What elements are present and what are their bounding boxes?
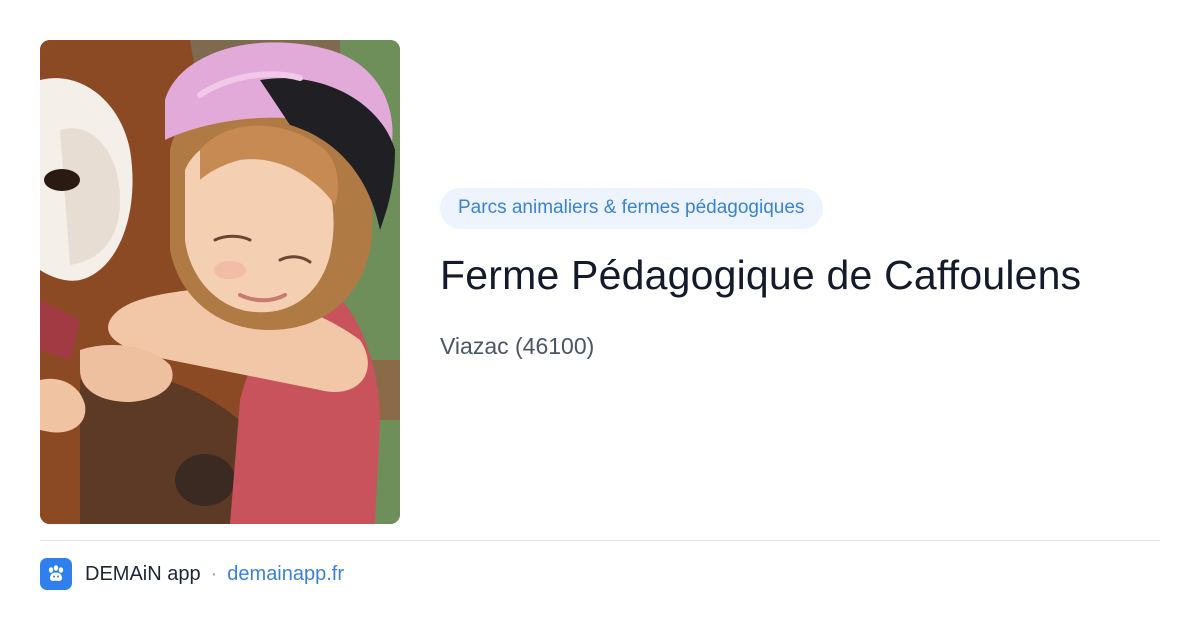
app-name: DEMAiN app <box>85 562 201 585</box>
child-hugging-pony-image <box>40 40 400 524</box>
footer: DEMAiN app · demainapp.fr <box>40 558 344 590</box>
app-domain-link[interactable]: demainapp.fr <box>227 563 344 586</box>
category-badge[interactable]: Parcs animaliers & fermes pédagogiques <box>440 188 824 229</box>
place-info: Parcs animaliers & fermes pédagogiques F… <box>440 188 1160 360</box>
paw-icon[interactable] <box>40 558 72 590</box>
place-photo <box>40 40 400 524</box>
footer-separator: · <box>210 562 218 585</box>
place-title: Ferme Pédagogique de Caffoulens <box>440 252 1082 298</box>
footer-divider <box>40 540 1160 541</box>
place-location: Viazac (46100) <box>440 333 595 359</box>
